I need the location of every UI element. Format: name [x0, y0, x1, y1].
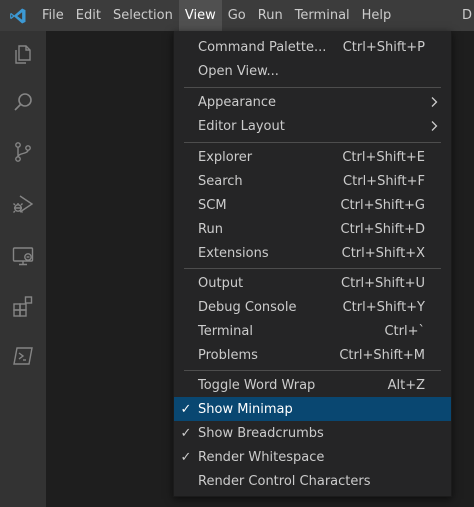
menu-item-label: Appearance: [198, 94, 277, 110]
menu-item-label: Problems: [198, 347, 258, 363]
check-icon: ✓: [180, 449, 192, 465]
run-debug-icon[interactable]: [0, 181, 46, 227]
menu-item-label: Extensions: [198, 245, 269, 261]
menu-item-label: Open View...: [198, 63, 279, 79]
menu-item-debug-console[interactable]: Debug Console Ctrl+Shift+Y: [174, 295, 451, 319]
menu-item-editor-layout[interactable]: Editor Layout: [174, 114, 451, 138]
remote-explorer-icon[interactable]: [0, 233, 46, 279]
menu-item-label: Terminal: [198, 323, 253, 339]
window-title: D: [462, 8, 473, 23]
chevron-right-icon: [429, 114, 439, 138]
menu-item-render-whitespace[interactable]: ✓ Render Whitespace: [174, 445, 451, 469]
menu-item-label: SCM: [198, 197, 227, 213]
explorer-icon[interactable]: [0, 31, 46, 77]
menu-file[interactable]: File: [36, 0, 70, 31]
menu-item-label: Search: [198, 173, 243, 189]
menu-separator: [184, 370, 441, 371]
terminal-panel-icon[interactable]: [0, 333, 46, 379]
menu-item-label: Render Whitespace: [198, 449, 325, 465]
menu-item-shortcut: Ctrl+Shift+F: [343, 173, 425, 189]
menu-item-label: Explorer: [198, 149, 253, 165]
menu-selection[interactable]: Selection: [107, 0, 179, 31]
menu-item-shortcut: Ctrl+Shift+G: [340, 197, 425, 213]
menu-item-label: Output: [198, 275, 244, 291]
menu-item-command-palette[interactable]: Command Palette... Ctrl+Shift+P: [174, 35, 451, 59]
menu-item-shortcut: Ctrl+Shift+M: [339, 347, 425, 363]
menu-separator: [184, 87, 441, 88]
menu-item-label: Run: [198, 221, 223, 237]
menu-item-extensions[interactable]: Extensions Ctrl+Shift+X: [174, 241, 451, 265]
chevron-right-icon: [429, 90, 439, 114]
menu-item-shortcut: Ctrl+Shift+X: [341, 245, 425, 261]
menu-item-shortcut: Ctrl+Shift+D: [340, 221, 425, 237]
menu-item-label: Toggle Word Wrap: [198, 377, 316, 393]
menu-item-explorer[interactable]: Explorer Ctrl+Shift+E: [174, 145, 451, 169]
menu-item-label: Debug Console: [198, 299, 297, 315]
activity-bar: [0, 31, 46, 507]
menu-edit[interactable]: Edit: [70, 0, 107, 31]
menu-item-show-breadcrumbs[interactable]: ✓ Show Breadcrumbs: [174, 421, 451, 445]
menu-item-open-view[interactable]: Open View...: [174, 59, 451, 83]
vscode-logo-icon: [0, 0, 36, 31]
menu-item-problems[interactable]: Problems Ctrl+Shift+M: [174, 343, 451, 367]
menu-item-shortcut: Ctrl+Shift+U: [341, 275, 425, 291]
check-icon: ✓: [180, 401, 192, 417]
menu-view[interactable]: View: [178, 0, 222, 31]
menu-item-label: Command Palette...: [198, 39, 327, 55]
menu-item-terminal[interactable]: Terminal Ctrl+`: [174, 319, 451, 343]
menu-item-toggle-word-wrap[interactable]: Toggle Word Wrap Alt+Z: [174, 373, 451, 397]
menu-run[interactable]: Run: [252, 0, 289, 31]
menu-item-show-minimap[interactable]: ✓ Show Minimap: [174, 397, 451, 421]
menu-go[interactable]: Go: [222, 0, 252, 31]
source-control-icon[interactable]: [0, 129, 46, 175]
menu-item-label: Editor Layout: [198, 118, 285, 134]
menu-item-scm[interactable]: SCM Ctrl+Shift+G: [174, 193, 451, 217]
search-icon[interactable]: [0, 79, 46, 125]
menu-separator: [184, 268, 441, 269]
menu-item-shortcut: Ctrl+`: [384, 323, 425, 339]
menu-separator: [184, 142, 441, 143]
menu-item-render-control-characters[interactable]: Render Control Characters: [174, 469, 451, 493]
menu-item-shortcut: Alt+Z: [387, 377, 425, 393]
check-icon: ✓: [180, 425, 192, 441]
menu-item-shortcut: Ctrl+Shift+E: [342, 149, 425, 165]
menu-item-label: Show Minimap: [198, 401, 293, 417]
menu-item-output[interactable]: Output Ctrl+Shift+U: [174, 271, 451, 295]
menu-terminal[interactable]: Terminal: [289, 0, 356, 31]
menu-item-run[interactable]: Run Ctrl+Shift+D: [174, 217, 451, 241]
menu-help[interactable]: Help: [356, 0, 398, 31]
extensions-icon[interactable]: [0, 283, 46, 329]
menu-item-appearance[interactable]: Appearance: [174, 90, 451, 114]
view-menu-dropdown: Command Palette... Ctrl+Shift+P Open Vie…: [173, 31, 452, 497]
menu-item-search[interactable]: Search Ctrl+Shift+F: [174, 169, 451, 193]
menu-item-shortcut: Ctrl+Shift+Y: [342, 299, 425, 315]
menu-item-label: Render Control Characters: [198, 473, 371, 489]
title-bar: File Edit Selection View Go Run Terminal…: [0, 0, 474, 31]
menu-item-shortcut: Ctrl+Shift+P: [342, 39, 425, 55]
menu-item-label: Show Breadcrumbs: [198, 425, 324, 441]
